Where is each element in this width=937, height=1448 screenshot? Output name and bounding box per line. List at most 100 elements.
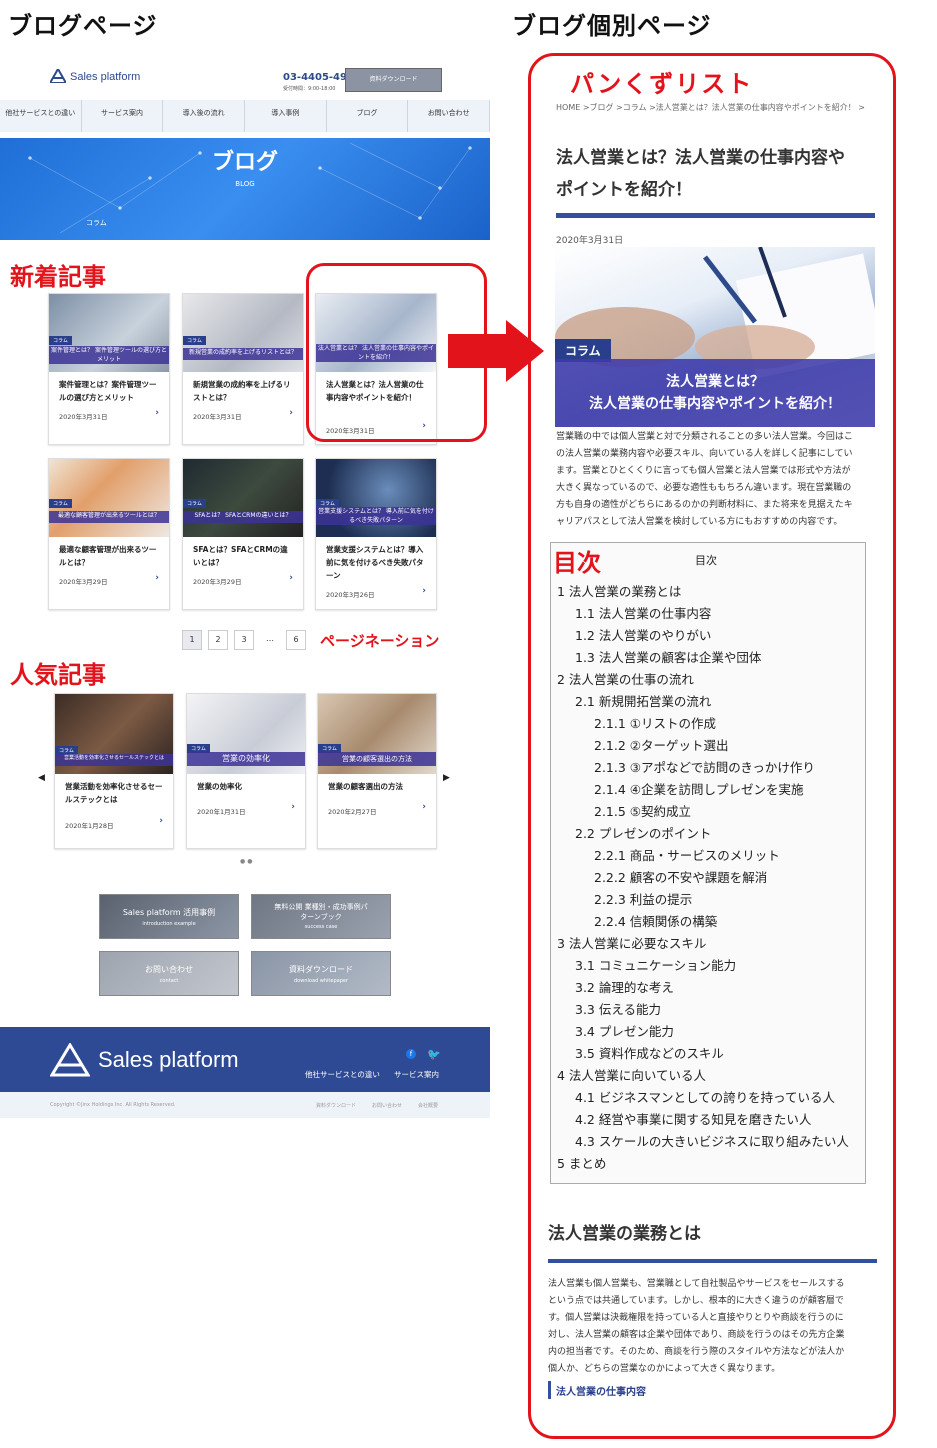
toc-item[interactable]: 4 法人営業に向いている人 bbox=[557, 1065, 849, 1087]
article-card[interactable]: コラム 営業支援システムとは？ 導入前に気を付けるべき失敗パターン 営業支援シス… bbox=[315, 458, 437, 610]
footer-bottom-link[interactable]: 会社概要 bbox=[418, 1102, 438, 1109]
popular-card[interactable]: コラム 営業の効率化 営業の効率化 2020年1月31日 › bbox=[186, 693, 306, 849]
card-band: 営業の効率化 bbox=[187, 752, 305, 766]
popular-card[interactable]: コラム 営業活動を効率化させるセールステックとは 営業活動を効率化させるセールス… bbox=[54, 693, 174, 849]
section-body: 法人営業も個人営業も、営業職として自社製品やサービスをセールスする という点では… bbox=[548, 1276, 878, 1378]
toc-item[interactable]: 2 法人営業の仕事の流れ bbox=[557, 669, 849, 691]
body-line: 個人か、どちらの営業なのかによって大きく異なります。 bbox=[548, 1364, 781, 1374]
toc-item[interactable]: 2.1 新規開拓営業の流れ bbox=[557, 691, 849, 713]
card-thumbnail: コラム 最適な顧客管理が出来るツールとは？ bbox=[49, 459, 169, 537]
page-link[interactable]: 3 bbox=[234, 630, 254, 650]
card-tag: コラム bbox=[49, 336, 72, 345]
toc-item[interactable]: 4.2 経営や事業に関する知見を磨きたい人 bbox=[557, 1109, 849, 1131]
toc-item[interactable]: 2.1.3 ③アポなどで訪問のきっかけ作り bbox=[557, 757, 849, 779]
carousel-dots[interactable]: ●● bbox=[240, 858, 254, 865]
banner-sub: contact bbox=[159, 978, 179, 984]
article-card[interactable]: コラム SFAとは？ SFAとCRMの違いとは？ SFAとは？SFAとCRMの違… bbox=[182, 458, 304, 610]
toc-item[interactable]: 3.4 プレゼン能力 bbox=[557, 1021, 849, 1043]
twitter-icon[interactable]: 🐦 bbox=[427, 1048, 441, 1061]
footer-bottom-link[interactable]: お問い合わせ bbox=[372, 1102, 402, 1109]
toc-item[interactable]: 2.2.3 利益の提示 bbox=[557, 889, 849, 911]
carousel-prev-icon[interactable]: ◀ bbox=[38, 773, 45, 783]
carousel-next-icon[interactable]: ▶ bbox=[443, 773, 450, 783]
toc-item[interactable]: 3.5 資料作成などのスキル bbox=[557, 1043, 849, 1065]
article-title-line1: 法人営業とは？法人営業の仕事内容や bbox=[556, 148, 845, 168]
nav-item[interactable]: 導入後の流れ bbox=[163, 100, 246, 132]
card-thumbnail: コラム 新規営業の成約率を上げるリストとは？ bbox=[183, 294, 303, 372]
toc-item[interactable]: 4.1 ビジネスマンとしての誇りを持っている人 bbox=[557, 1087, 849, 1109]
card-band: 新規営業の成約率を上げるリストとは？ bbox=[183, 348, 303, 360]
intro-line: 方も自身の適性がどちらにあるのかの判断材料に、また将来を見据えたキ bbox=[556, 500, 853, 510]
card-date: 2020年3月29日 bbox=[193, 578, 242, 586]
card-band: 案件管理とは？ 案件管理ツールの選び方とメリット bbox=[49, 346, 169, 364]
chevron-right-icon: › bbox=[422, 802, 426, 812]
nav-item[interactable]: お問い合わせ bbox=[408, 100, 491, 132]
toc-item[interactable]: 3.1 コミュニケーション能力 bbox=[557, 955, 849, 977]
card-title: 営業活動を効率化させるセールステックとは bbox=[65, 782, 163, 804]
blog-hero: ブログ BLOG コラム bbox=[0, 138, 490, 240]
toc-item[interactable]: 1 法人営業の業務とは bbox=[557, 581, 849, 603]
copyright: Copyright ©Jinx Holdings Inc. All Rights… bbox=[50, 1102, 176, 1108]
banner-case[interactable]: Sales platform 活用事例 introduction example bbox=[99, 894, 239, 939]
hero-category: コラム bbox=[86, 219, 107, 227]
nav-item[interactable]: サービス案内 bbox=[82, 100, 164, 132]
article-hero-image: コラム 法人営業とは？ 法人営業の仕事内容やポイントを紹介！ bbox=[555, 247, 875, 427]
download-button[interactable]: 資料ダウンロード bbox=[345, 68, 442, 92]
banner-download[interactable]: 資料ダウンロード download whitepaper bbox=[251, 951, 391, 996]
body-line: 対し、法人営業の顧客は企業や団体であり、商談を行うのはその先方企業 bbox=[548, 1330, 845, 1340]
toc-item[interactable]: 1.2 法人営業のやりがい bbox=[557, 625, 849, 647]
breadcrumb[interactable]: HOME >ブログ >コラム >法人営業とは？法人営業の仕事内容やポイントを紹介… bbox=[556, 102, 865, 113]
facebook-icon[interactable]: f bbox=[406, 1049, 416, 1059]
card-date: 2020年1月31日 bbox=[197, 808, 246, 816]
card-tag: コラム bbox=[183, 499, 206, 508]
toc-item[interactable]: 3 法人営業に必要なスキル bbox=[557, 933, 849, 955]
card-date: 2020年3月31日 bbox=[193, 413, 242, 421]
toc-item[interactable]: 3.2 論理的な考え bbox=[557, 977, 849, 999]
page-link[interactable]: 1 bbox=[182, 630, 202, 650]
subheading-bar bbox=[548, 1381, 551, 1399]
footer-link[interactable]: サービス案内 bbox=[394, 1069, 439, 1080]
footer-bottom-link[interactable]: 資料ダウンロード bbox=[316, 1102, 356, 1109]
card-thumbnail: コラム 案件管理とは？ 案件管理ツールの選び方とメリット bbox=[49, 294, 169, 372]
banner-contact[interactable]: お問い合わせ contact bbox=[99, 951, 239, 996]
toc-item[interactable]: 2.1.4 ④企業を訪問しプレゼンを実施 bbox=[557, 779, 849, 801]
page-link[interactable]: 6 bbox=[286, 630, 306, 650]
nav-item[interactable]: 導入事例 bbox=[245, 100, 327, 132]
card-tag: コラム bbox=[183, 336, 206, 345]
article-card[interactable]: コラム 新規営業の成約率を上げるリストとは？ 新規営業の成約率を上げるリストとは… bbox=[182, 293, 304, 445]
article-date: 2020年3月31日 bbox=[556, 236, 624, 246]
toc-item[interactable]: 3.3 伝える能力 bbox=[557, 999, 849, 1021]
banner-title: 無料公開 業種別・成功事例パターンブック bbox=[274, 903, 368, 921]
label-popular: 人気記事 bbox=[10, 661, 106, 689]
toc-item[interactable]: 4.3 スケールの大きいビジネスに取り組みたい人 bbox=[557, 1131, 849, 1153]
page-link[interactable]: 2 bbox=[208, 630, 228, 650]
card-band: 最適な顧客管理が出来るツールとは？ bbox=[49, 511, 169, 523]
toc-item[interactable]: 2.1.1 ①リストの作成 bbox=[557, 713, 849, 735]
toc-item[interactable]: 5 まとめ bbox=[557, 1153, 849, 1175]
section-underline bbox=[548, 1259, 877, 1263]
title-underline bbox=[556, 213, 875, 218]
banner-sub: success case bbox=[304, 924, 338, 930]
site-logo-text: Sales platform bbox=[70, 71, 141, 83]
toc-item[interactable]: 1.1 法人営業の仕事内容 bbox=[557, 603, 849, 625]
footer-link[interactable]: 他社サービスとの違い bbox=[305, 1069, 380, 1080]
toc-item[interactable]: 2.2 プレゼンのポイント bbox=[557, 823, 849, 845]
popular-card[interactable]: コラム 営業の顧客選出の方法 営業の顧客選出の方法 2020年2月27日 › bbox=[317, 693, 437, 849]
nav-item[interactable]: ブログ bbox=[327, 100, 409, 132]
card-date: 2020年2月27日 bbox=[328, 808, 377, 816]
banner-pattern-book[interactable]: 無料公開 業種別・成功事例パターンブック success case bbox=[251, 894, 391, 939]
toc-item[interactable]: 2.2.2 顧客の不安や課題を解消 bbox=[557, 867, 849, 889]
article-card[interactable]: コラム 案件管理とは？ 案件管理ツールの選び方とメリット 案件管理とは？案件管理… bbox=[48, 293, 170, 445]
toc-item[interactable]: 2.1.5 ⑤契約成立 bbox=[557, 801, 849, 823]
card-thumbnail: コラム 営業の顧客選出の方法 bbox=[318, 694, 436, 774]
card-thumbnail: コラム 営業支援システムとは？ 導入前に気を付けるべき失敗パターン bbox=[316, 459, 436, 537]
article-card[interactable]: コラム 最適な顧客管理が出来るツールとは？ 最適な顧客管理が出来るツールとは？ … bbox=[48, 458, 170, 610]
label-new-articles: 新着記事 bbox=[10, 263, 106, 291]
nav-item[interactable]: 他社サービスとの違い bbox=[0, 100, 82, 132]
toc-item[interactable]: 1.3 法人営業の顧客は企業や団体 bbox=[557, 647, 849, 669]
site-logo[interactable] bbox=[48, 66, 68, 87]
toc-item[interactable]: 2.2.1 商品・サービスのメリット bbox=[557, 845, 849, 867]
card-date: 2020年3月26日 bbox=[326, 591, 375, 599]
toc-item[interactable]: 2.2.4 信頼関係の構築 bbox=[557, 911, 849, 933]
toc-item[interactable]: 2.1.2 ②ターゲット選出 bbox=[557, 735, 849, 757]
